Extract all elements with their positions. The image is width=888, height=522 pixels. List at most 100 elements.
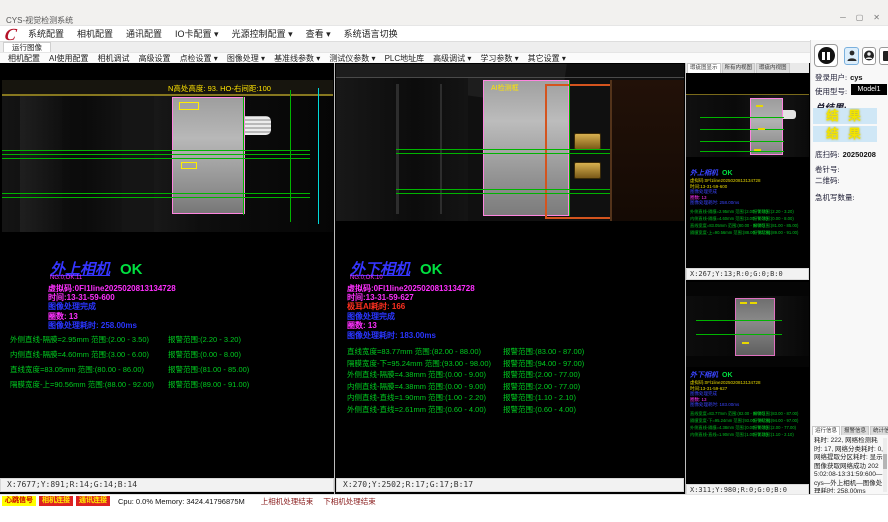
user-icon <box>847 50 857 62</box>
app-window: CYS-视觉检测系统 ─ ▢ ✕ C 系统配置相机配置通讯配置IO卡配置 ▾光源… <box>0 0 888 522</box>
scrollbar-thumb[interactable] <box>883 454 887 469</box>
measurement-row: 外侧直线-隔膜=4.38mm 范围:(0.00 - 9.00)报警范围:(2.0… <box>690 425 808 432</box>
toolbar-item[interactable]: PLC地址库 <box>385 53 425 64</box>
panel-divider <box>334 63 335 494</box>
camera-image-left[interactable]: N高处高度: 93. HO-右间距:100 <box>2 80 333 232</box>
minimize-icon[interactable]: ─ <box>840 13 846 22</box>
gold-connector <box>574 162 601 179</box>
toolbar-item[interactable]: AI使用配置 <box>49 53 89 64</box>
log-tab[interactable]: 报警信息 <box>841 426 869 435</box>
measurement-value: 直线宽度=83.77mm 范围:(82.00 - 88.00) <box>347 346 481 357</box>
write-count-label: 急机写数量: <box>815 193 855 202</box>
menu-item[interactable]: 系统配置 <box>28 27 64 40</box>
result-box-2: 结 果 <box>813 126 877 142</box>
guide-line <box>696 334 782 335</box>
maximize-icon[interactable]: ▢ <box>856 13 864 22</box>
guide-line <box>2 154 310 155</box>
guide-line <box>396 153 626 154</box>
alarm-range: 报警范围:(94.00 - 97.00) <box>503 358 584 369</box>
operator-button[interactable] <box>862 47 876 65</box>
alarm-range: 报警范围:(89.00 - 91.00) <box>753 230 798 236</box>
alarm-range: 报警范围:(89.00 - 91.00) <box>168 379 249 390</box>
guide-line <box>700 117 784 118</box>
status-badge: 心跳信号 <box>2 496 36 506</box>
ai-box-label: AI检测框 <box>491 83 519 93</box>
thumb-tab[interactable]: 所有内视图 <box>722 63 756 73</box>
guide-line <box>2 158 310 159</box>
alarm-range: 报警范围:(94.00 - 97.00) <box>753 418 798 424</box>
measurement-row: 隔膜宽度-下=95.24mm 范围:(93.00 - 98.00)报警范围:(9… <box>690 418 808 425</box>
toolbar-item[interactable]: 点检设置 ▾ <box>180 53 218 64</box>
cpu-memory-text: Cpu: 0.0% Memory: 3424.41796875M <box>118 497 245 506</box>
pause-icon <box>818 47 835 64</box>
alarm-range: 报警范围:(0.00 - 8.00) <box>168 349 241 360</box>
thumb-image-bottom[interactable] <box>686 282 809 367</box>
annotation-marker <box>758 128 765 130</box>
toolbar-item[interactable]: 相机调试 <box>98 53 130 64</box>
guide-line <box>700 129 784 130</box>
machinery-edge <box>610 80 612 221</box>
model-select[interactable]: Model1 <box>851 84 887 95</box>
thumb-top-text: 外上相机OK 虚拟码:0Fl1line2025020813134728 时间:1… <box>690 168 808 237</box>
model-label: 使用型号: <box>815 87 847 96</box>
view-tabstrip: 运行图像 <box>0 41 888 52</box>
toolbar-item[interactable]: 学习参数 ▾ <box>480 53 518 64</box>
guide-line <box>396 149 626 150</box>
scan-code-label: 底扫码: <box>815 150 840 159</box>
middle-coordinate-bar: X:270;Y:2502;R:17;G:17;B:17 <box>336 478 684 492</box>
measurement-row: 直线宽度=83.05mm 范围:(80.00 - 86.00)报警范围:(81.… <box>690 223 808 230</box>
exit-button[interactable] <box>879 47 888 65</box>
guide-line-cyan <box>318 88 319 224</box>
measurement-value: 隔膜宽度-下=95.24mm 范围:(93.00 - 98.00) <box>347 358 491 369</box>
toolbar-item[interactable]: 测试仪参数 ▾ <box>329 53 375 64</box>
process-time: 图像处理耗时: 183.00ms <box>347 330 436 341</box>
user-button[interactable] <box>844 47 859 65</box>
measurement-row: 直线宽度=83.77mm 范围:(82.00 - 88.00)报警范围:(83.… <box>690 411 808 418</box>
login-user-value: cys <box>850 73 863 82</box>
menu-item[interactable]: 系统语言切换 <box>344 27 398 40</box>
result-ok: OK <box>722 170 733 177</box>
toolbar-item[interactable]: 图像处理 ▾ <box>227 53 265 64</box>
guide-line-vertical <box>290 90 291 222</box>
thumb-tabstrip: 瑕疵图显示所有内视图瑕疵内视图 <box>686 63 809 73</box>
menu-item[interactable]: 通讯配置 <box>126 27 162 40</box>
scan-code-value: 20250208 <box>843 150 876 159</box>
menu-item[interactable]: 相机配置 <box>77 27 113 40</box>
alarm-range: 报警范围:(1.10 - 2.10) <box>503 392 576 403</box>
menu-item[interactable]: IO卡配置 ▾ <box>175 27 219 40</box>
thumb-image-top[interactable] <box>686 73 809 166</box>
camera-title-mini: 外下相机OK <box>690 370 808 380</box>
measurement-row: 外侧直线-隔膜=2.95mm 范围:(2.00 - 3.50)报警范围:(2.2… <box>690 209 808 216</box>
result-ok: OK <box>120 261 143 278</box>
toolbar-item[interactable]: 相机配置 <box>8 53 40 64</box>
machinery-column <box>20 96 62 232</box>
guide-line <box>2 197 310 198</box>
alarm-range: 报警范围:(2.00 - 77.00) <box>753 425 796 431</box>
log-tab[interactable]: 运行信息 <box>812 426 840 435</box>
thumb-tab[interactable]: 瑕疵图显示 <box>687 63 721 73</box>
camera-title-mini: 外上相机 OK <box>690 168 808 178</box>
thumb-tab[interactable]: 瑕疵内视图 <box>756 63 790 73</box>
log-tab[interactable]: 统计信息 <box>870 426 888 435</box>
main-area: N高处高度: 93. HO-右间距:100 外上相机OK NG:0;OK:11 … <box>0 63 810 494</box>
toolbar-item[interactable]: 高级设置 <box>139 53 171 64</box>
menu-item[interactable]: 查看 ▾ <box>306 27 331 40</box>
menu-bar: 系统配置相机配置通讯配置 IO卡配置 ▾ 光源控制配置 ▾ 查看 ▾ 系统语言切换 <box>0 26 888 41</box>
ng-ok-counter: NG:0;OK:10 <box>350 275 383 281</box>
camera-name: 外上相机 <box>690 170 718 177</box>
toolbar-item[interactable]: 高级调试 ▾ <box>433 53 471 64</box>
toolbar-item[interactable]: 基准线参数 ▾ <box>274 53 320 64</box>
process-time: 图像处理耗时: 258.00ms <box>48 320 137 331</box>
measure-overlay-text: N高处高度: 93. HO-右间距:100 <box>168 83 271 94</box>
toolbar-item[interactable]: 其它设置 ▾ <box>528 53 566 64</box>
annotation-marker <box>742 342 749 344</box>
log-scrollbar[interactable] <box>883 438 887 492</box>
guide-line <box>396 189 626 190</box>
pause-button[interactable] <box>814 44 838 67</box>
camera-image-middle[interactable]: AI检测框 <box>336 64 684 221</box>
menu-item[interactable]: 光源控制配置 ▾ <box>232 27 293 40</box>
annotation-marker <box>750 302 757 304</box>
status-badge: 相机连接 <box>39 496 73 506</box>
close-icon[interactable]: ✕ <box>873 13 880 22</box>
gold-connector <box>574 133 601 150</box>
